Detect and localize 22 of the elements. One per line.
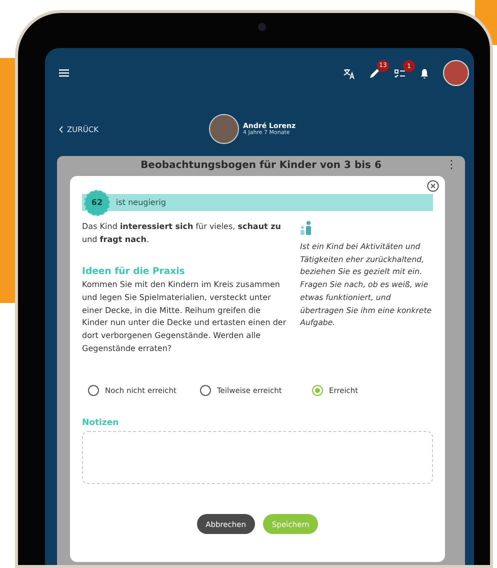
card-title: Beobachtungsbogen für Kinder von 3 bis 6 (140, 160, 382, 171)
notes-label: Notizen (82, 418, 120, 428)
bell-icon[interactable] (420, 68, 429, 78)
more-button[interactable]: ⋮ (446, 158, 457, 171)
pencil-icon[interactable] (369, 68, 380, 78)
people-icon (300, 221, 312, 235)
child-avatar (209, 114, 239, 144)
translate-icon[interactable] (343, 68, 355, 78)
item-number: 62 (84, 190, 110, 216)
description-text: Das Kind interessiert sich für vieles, schaut zu und fragt nach. (82, 221, 282, 246)
radio-button[interactable] (88, 385, 99, 396)
section-heading: Ideen für die Praxis (82, 266, 186, 280)
checklist-icon[interactable] (394, 68, 406, 78)
radio-button[interactable] (200, 385, 211, 396)
menu-icon[interactable] (59, 69, 69, 77)
radio-button[interactable] (312, 385, 323, 396)
ideas-text: Kommen Sie mit den Kindern im Kreis zusammen und legen Sie Spielmaterialien, versteckt unter einer Decke, in die Mitte. Reihum greifen die Kinder nun unter die Decke und ertasten einen der dort verborgenen Gegenstände. Werden alle Gegenstände erraten? (82, 279, 286, 355)
close-icon[interactable] (427, 180, 439, 192)
camera-icon (258, 23, 266, 31)
user-avatar[interactable] (443, 60, 469, 86)
chevron-left-icon (59, 126, 63, 132)
item-title: ist neugierig (116, 198, 166, 207)
